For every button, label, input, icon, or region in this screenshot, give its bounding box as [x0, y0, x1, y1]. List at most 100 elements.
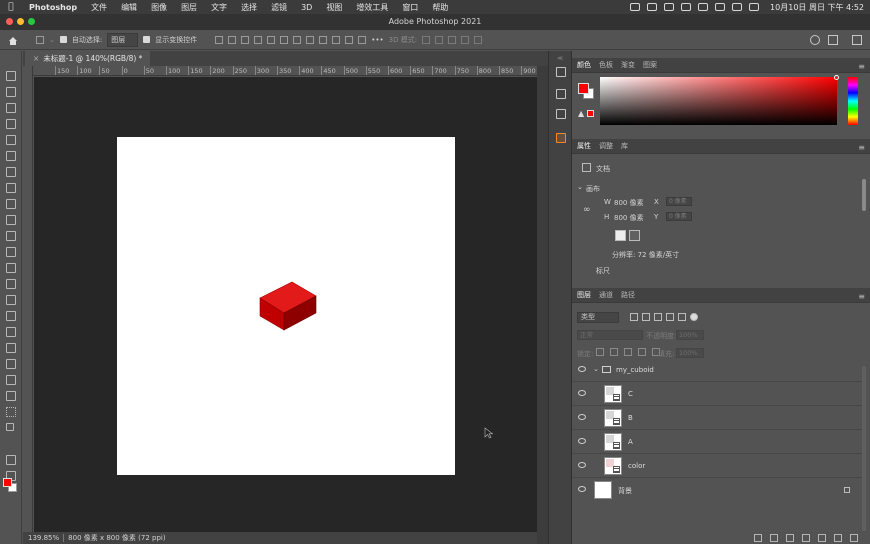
menu-view[interactable]: 视图 [319, 2, 349, 13]
status-icon[interactable] [647, 3, 658, 11]
panel-menu-icon[interactable]: ≡ [858, 292, 865, 301]
control-center-icon[interactable] [732, 3, 743, 11]
menu-app[interactable]: Photoshop [22, 3, 84, 12]
layer-row-group[interactable]: ⌄ my_cuboid [572, 358, 862, 382]
tab-libraries[interactable]: 库 [621, 141, 628, 151]
menu-file[interactable]: 文件 [84, 2, 114, 13]
document-tab[interactable]: × 未标题-1 @ 140%(RGB/8) * [25, 51, 151, 66]
properties-scrollbar[interactable] [862, 179, 866, 211]
document-size-info[interactable]: 800 像素 x 800 像素 (72 ppi) [68, 534, 165, 542]
siri-icon[interactable] [749, 3, 760, 11]
vertical-ruler[interactable] [23, 66, 33, 532]
tab-paths[interactable]: 路径 [621, 290, 635, 300]
filter-adjustment-icon[interactable] [642, 313, 650, 321]
zoom-tool-icon[interactable] [6, 391, 16, 401]
align-bottom-icon[interactable] [280, 35, 289, 44]
menu-window[interactable]: 窗口 [395, 2, 425, 13]
tab-gradients[interactable]: 渐变 [621, 60, 635, 70]
x-input[interactable]: 0 像素 [666, 197, 692, 206]
zoom-level[interactable]: 139.85% [28, 534, 59, 542]
layer-filter-dropdown[interactable]: 类型 [577, 312, 619, 323]
menu-layer[interactable]: 图层 [174, 2, 204, 13]
delete-layer-icon[interactable] [850, 533, 858, 542]
history-brush-tool-icon[interactable] [6, 231, 16, 241]
landscape-orientation-button[interactable] [629, 230, 640, 241]
search-icon[interactable] [810, 35, 820, 45]
menu-filter[interactable]: 滤镜 [264, 2, 294, 13]
layer-name[interactable]: color [628, 462, 645, 470]
minimize-window-button[interactable] [17, 18, 24, 25]
zoom-window-button[interactable] [28, 18, 35, 25]
close-window-button[interactable] [6, 18, 13, 25]
menu-3d[interactable]: 3D [294, 3, 319, 12]
eraser-tool-icon[interactable] [6, 247, 16, 257]
layer-row[interactable]: B [572, 406, 862, 430]
document-canvas[interactable] [117, 137, 455, 475]
workspace-icon[interactable] [828, 35, 838, 45]
home-icon[interactable] [8, 36, 17, 45]
opacity-input[interactable]: 100% [676, 330, 704, 340]
lock-position-icon[interactable] [624, 348, 632, 356]
default-colors-icon[interactable] [6, 423, 14, 431]
menu-image[interactable]: 图像 [144, 2, 174, 13]
tab-patterns[interactable]: 图案 [643, 60, 657, 70]
move-tool-icon[interactable] [6, 71, 16, 81]
distribute-right-icon[interactable] [319, 35, 328, 44]
fill-input[interactable]: 100% [676, 348, 704, 358]
tab-adjustments[interactable]: 调整 [599, 141, 613, 151]
lasso-tool-icon[interactable] [6, 103, 16, 113]
distribute-top-icon[interactable] [332, 35, 341, 44]
roll-3d-icon[interactable] [435, 35, 444, 44]
pen-tool-icon[interactable] [6, 311, 16, 321]
color-picker-marker[interactable] [834, 75, 839, 80]
scale-3d-icon[interactable] [474, 35, 483, 44]
out-of-gamut-warning-icon[interactable]: ▲ [578, 109, 584, 118]
filter-smart-object-icon[interactable] [678, 313, 686, 321]
color-panel-foreground-swatch[interactable] [578, 83, 589, 94]
lock-artboard-icon[interactable] [638, 348, 646, 356]
healing-brush-tool-icon[interactable] [6, 183, 16, 193]
distribute-middle-icon[interactable] [345, 35, 354, 44]
tool-preset-chevron-icon[interactable]: ⌄ [49, 36, 55, 44]
tab-color[interactable]: 颜色 [577, 60, 591, 70]
frame-tool-icon[interactable] [6, 151, 16, 161]
menu-select[interactable]: 选择 [234, 2, 264, 13]
distribute-left-icon[interactable] [293, 35, 302, 44]
3d-panel-icon[interactable] [556, 133, 566, 143]
hand-tool-icon[interactable] [6, 375, 16, 385]
color-picker-field[interactable] [600, 75, 839, 125]
quick-mask-icon[interactable] [6, 455, 16, 465]
align-middle-icon[interactable] [267, 35, 276, 44]
slide-3d-icon[interactable] [461, 35, 470, 44]
visibility-eye-icon[interactable] [578, 414, 586, 420]
layer-row[interactable]: A [572, 430, 862, 454]
lock-pixels-icon[interactable] [610, 348, 618, 356]
auto-select-checkbox[interactable] [59, 36, 67, 43]
layer-style-icon[interactable] [770, 533, 778, 542]
history-panel-icon[interactable] [556, 67, 566, 77]
visibility-eye-icon[interactable] [578, 462, 586, 468]
lock-transparent-icon[interactable] [596, 348, 604, 356]
rectangle-tool-icon[interactable] [6, 359, 16, 369]
tab-channels[interactable]: 通道 [599, 290, 613, 300]
path-selection-tool-icon[interactable] [6, 343, 16, 353]
menu-type[interactable]: 文字 [204, 2, 234, 13]
filter-toggle-icon[interactable] [690, 313, 698, 321]
foreground-color-swatch[interactable] [3, 478, 12, 487]
blend-mode-dropdown[interactable]: 正常 [577, 330, 643, 340]
hue-slider[interactable] [848, 77, 858, 125]
orbit-3d-icon[interactable] [422, 35, 431, 44]
panel-menu-icon[interactable]: ≡ [858, 143, 865, 152]
visibility-eye-icon[interactable] [578, 486, 586, 492]
filter-pixel-icon[interactable] [630, 313, 638, 321]
menu-edit[interactable]: 编辑 [114, 2, 144, 13]
collapse-strip-icon[interactable]: ≪ [557, 55, 563, 62]
link-layers-icon[interactable] [754, 533, 762, 542]
filter-shape-icon[interactable] [666, 313, 674, 321]
tab-swatches[interactable]: 色板 [599, 60, 613, 70]
tab-properties[interactable]: 属性 [577, 141, 591, 151]
clone-stamp-tool-icon[interactable] [6, 215, 16, 225]
layer-row[interactable]: color [572, 454, 862, 478]
auto-select-dropdown[interactable]: 图层 [107, 32, 139, 47]
pan-3d-icon[interactable] [448, 35, 457, 44]
